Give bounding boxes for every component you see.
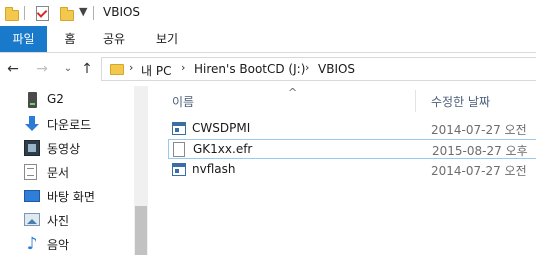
properties-icon[interactable] bbox=[36, 6, 49, 21]
sidebar-item-label: G2 bbox=[47, 92, 64, 106]
sidebar-item-label: 문서 bbox=[47, 166, 70, 180]
file-date: 2014-07-27 오전 bbox=[431, 123, 527, 137]
file-date: 2014-07-27 오전 bbox=[431, 164, 527, 178]
up-arrow-icon[interactable]: ↑ bbox=[78, 59, 96, 79]
file-row-cwsdpmi[interactable]: CWSDPMI 2014-07-27 오전 bbox=[168, 119, 536, 139]
toolbar-separator bbox=[93, 6, 94, 20]
file-row-gk1xx[interactable]: GK1xx.efr 2015-08-27 오후 bbox=[168, 139, 536, 159]
customize-toolbar-icon[interactable]: ▼ bbox=[79, 5, 87, 18]
breadcrumb-drive[interactable]: Hiren's BootCD (J:) bbox=[194, 62, 305, 76]
executable-icon bbox=[172, 122, 186, 135]
ribbon-tabs: 파일 홈 공유 보기 bbox=[0, 26, 536, 53]
music-icon: ♪ bbox=[26, 234, 38, 254]
sidebar-item-documents[interactable]: 문서 bbox=[0, 160, 134, 184]
desktop-icon bbox=[24, 190, 40, 202]
folder-icon bbox=[110, 64, 124, 75]
sidebar-item-label: 사진 bbox=[47, 214, 70, 228]
file-list: ^ 이름 수정한 날짜 CWSDPMI 2014-07-27 오전 GK1xx.… bbox=[148, 86, 536, 255]
sidebar-item-videos[interactable]: 동영상 bbox=[0, 136, 134, 160]
breadcrumb-separator[interactable]: › bbox=[129, 61, 133, 74]
document-icon bbox=[24, 164, 37, 180]
pictures-icon bbox=[24, 213, 40, 226]
column-divider[interactable] bbox=[415, 90, 416, 112]
file-date: 2015-08-27 오후 bbox=[432, 144, 528, 158]
breadcrumb-separator[interactable]: › bbox=[181, 61, 185, 74]
column-header-date-modified[interactable]: 수정한 날짜 bbox=[431, 93, 490, 110]
sidebar-item-pictures[interactable]: 사진 bbox=[0, 208, 134, 232]
file-icon bbox=[173, 142, 185, 157]
sidebar-item-g2[interactable]: G2 bbox=[0, 88, 134, 112]
sidebar-item-label: 바탕 화면 bbox=[47, 190, 95, 204]
column-header-name[interactable]: 이름 bbox=[172, 93, 194, 110]
forward-arrow-icon[interactable]: → bbox=[33, 59, 51, 79]
sidebar-item-music[interactable]: ♪ 음악 bbox=[0, 232, 134, 256]
file-row-nvflash[interactable]: nvflash 2014-07-27 오전 bbox=[168, 160, 536, 180]
title-bar: ▼ VBIOS bbox=[0, 0, 536, 26]
sidebar-item-label: 음악 bbox=[47, 238, 70, 252]
file-name: nvflash bbox=[192, 162, 236, 176]
drive-icon bbox=[28, 92, 37, 108]
tab-home[interactable]: 홈 bbox=[57, 26, 83, 52]
breadcrumb-separator[interactable]: › bbox=[305, 61, 309, 74]
tab-file[interactable]: 파일 bbox=[0, 26, 47, 52]
window-title: VBIOS bbox=[103, 5, 141, 19]
file-name: GK1xx.efr bbox=[193, 142, 253, 156]
file-name: CWSDPMI bbox=[192, 121, 251, 135]
sort-up-icon: ^ bbox=[288, 86, 298, 99]
sidebar-item-label: 동영상 bbox=[47, 142, 81, 156]
video-icon bbox=[24, 140, 40, 156]
sidebar-item-desktop[interactable]: 바탕 화면 bbox=[0, 184, 134, 208]
download-icon bbox=[24, 116, 40, 132]
tab-share[interactable]: 공유 bbox=[95, 26, 133, 52]
breadcrumb-this-pc[interactable]: 내 PC bbox=[141, 62, 171, 79]
recent-locations-chevron-icon[interactable]: ⌄ bbox=[59, 59, 77, 79]
new-folder-icon[interactable] bbox=[60, 7, 74, 21]
breadcrumb-vbios[interactable]: VBIOS bbox=[318, 62, 355, 76]
folder-icon bbox=[5, 7, 19, 21]
sidebar-item-label: 다운로드 bbox=[47, 118, 92, 132]
back-arrow-icon[interactable]: ← bbox=[4, 59, 22, 79]
navigation-bar: ← → ⌄ ↑ › 내 PC › Hiren's BootCD (J:) › V… bbox=[0, 53, 536, 85]
navigation-pane: G2 다운로드 동영상 문서 바탕 화면 사진 ♪ 음악 bbox=[0, 86, 148, 255]
address-bar[interactable]: › 내 PC › Hiren's BootCD (J:) › VBIOS bbox=[101, 57, 536, 81]
tab-view[interactable]: 보기 bbox=[148, 26, 186, 52]
toolbar-separator bbox=[24, 6, 25, 20]
scrollbar-thumb[interactable] bbox=[135, 206, 147, 255]
executable-icon bbox=[172, 163, 186, 176]
sidebar-item-downloads[interactable]: 다운로드 bbox=[0, 112, 134, 136]
